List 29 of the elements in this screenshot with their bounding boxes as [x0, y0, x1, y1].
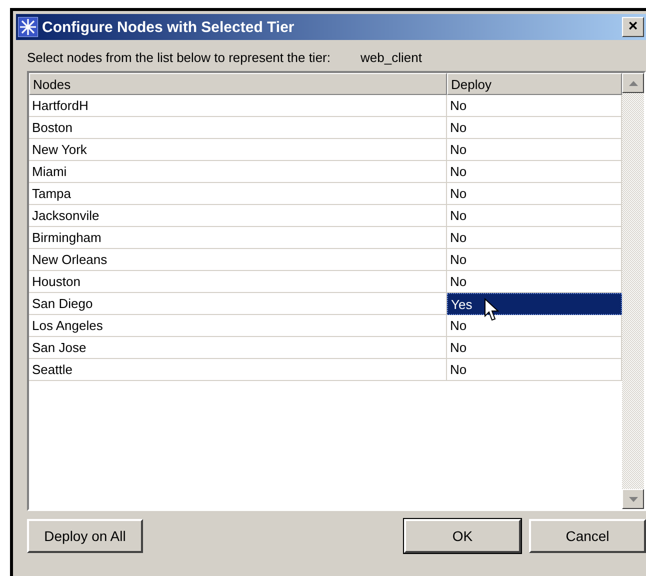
scroll-up-button[interactable] [622, 73, 644, 93]
tier-name: web_client [360, 50, 422, 65]
mouse-pointer-icon [484, 298, 500, 322]
table-cell: Houston [29, 271, 447, 293]
scroll-down-button[interactable] [622, 489, 644, 509]
table-cell: New Orleans [29, 249, 447, 271]
star-icon [18, 17, 38, 37]
window-title: Configure Nodes with Selected Tier [42, 18, 296, 36]
table-cell: San Jose [29, 337, 447, 359]
down-arrow-icon [628, 496, 638, 502]
table-cell: Miami [29, 161, 447, 183]
table-cell: Jacksonvile [29, 205, 447, 227]
prompt-label: Select nodes from the list below to represent the tier: [27, 50, 330, 65]
table-cell: Los Angeles [29, 315, 447, 337]
column-header[interactable]: Nodes [29, 73, 447, 95]
dialog-button[interactable]: Deploy on All [27, 519, 143, 553]
column-header[interactable]: Deploy [447, 73, 622, 95]
up-arrow-icon [628, 80, 638, 86]
table-cell: San Diego [29, 293, 447, 315]
table-cell: New York [29, 139, 447, 161]
close-button[interactable]: × [622, 17, 644, 37]
dialog-button[interactable]: Cancel [529, 519, 646, 553]
table-cell: Boston [29, 117, 447, 139]
table-cell: Seattle [29, 359, 447, 381]
table-cell: Tampa [29, 183, 447, 205]
dialog-button[interactable]: OK [404, 519, 521, 553]
scrollbar[interactable] [622, 73, 644, 509]
table-cell: HartfordH [29, 95, 447, 117]
table-cell: Birmingham [29, 227, 447, 249]
